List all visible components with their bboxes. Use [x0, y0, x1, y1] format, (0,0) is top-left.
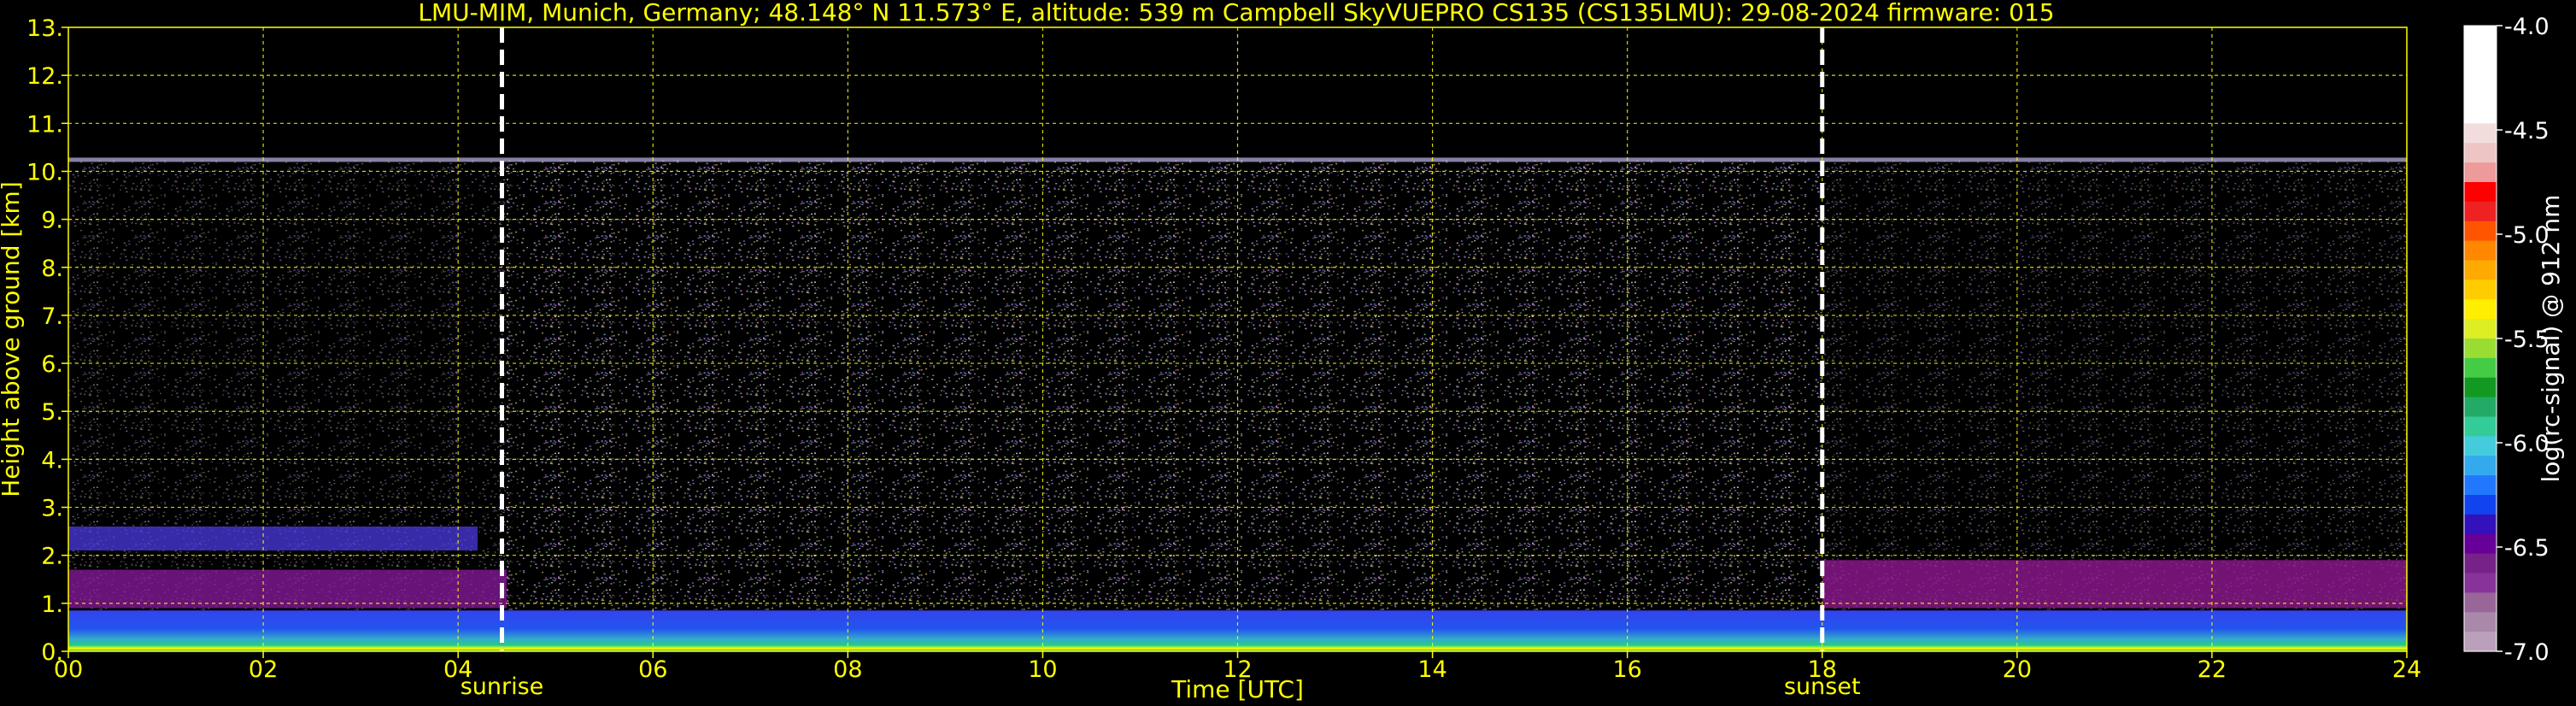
- y-tick-label: 2.: [41, 544, 63, 570]
- y-tick-label: 4.: [41, 447, 63, 474]
- colorbar-segment: [2464, 64, 2497, 85]
- x-tick-label: 06: [638, 656, 667, 683]
- colorbar-segment: [2464, 592, 2497, 613]
- colorbar-segment: [2464, 553, 2497, 574]
- colorbar-segment: [2464, 279, 2497, 300]
- colorbar-segment: [2464, 377, 2497, 398]
- colorbar-segment: [2464, 240, 2497, 262]
- colorbar-segment: [2464, 123, 2497, 144]
- y-tick-label: 9.: [41, 208, 63, 234]
- colorbar-segment: [2464, 299, 2497, 320]
- layer-residual-layer: [68, 527, 478, 551]
- colorbar-segment: [2464, 397, 2497, 418]
- y-tick-label: 5.: [41, 399, 63, 426]
- x-tick-label: 20: [2003, 656, 2032, 683]
- ceilometer-chart: LMU-MIM, Munich, Germany; 48.148° N 11.5…: [0, 0, 2565, 703]
- colorbar-tick-label: -7.0: [2504, 639, 2550, 666]
- colorbar-segment: [2464, 533, 2497, 555]
- y-tick-label: 12.: [26, 63, 63, 90]
- colorbar-segment: [2464, 612, 2497, 632]
- colorbar-label: log(rc-signal) @ 912 nm: [2537, 195, 2565, 483]
- y-axis-label: Height above ground [km]: [0, 181, 25, 497]
- x-tick-label: 18: [1808, 656, 1837, 683]
- colorbar-segment: [2464, 338, 2497, 359]
- colorbar-segment: [2464, 103, 2497, 124]
- x-axis-label: Time [UTC]: [1171, 675, 1304, 703]
- chart-title: LMU-MIM, Munich, Germany; 48.148° N 11.5…: [418, 0, 2054, 26]
- y-tick-label: 11.: [26, 111, 63, 138]
- colorbar-segment: [2464, 44, 2497, 66]
- colorbar-tick-label: -4.0: [2504, 14, 2550, 40]
- x-tick-label: 10: [1028, 656, 1057, 683]
- y-tick-label: 8.: [41, 256, 63, 282]
- colorbar-segment: [2464, 495, 2497, 515]
- x-tick-label: 02: [249, 656, 278, 683]
- colorbar-segment: [2464, 26, 2497, 46]
- colorbar-segment: [2464, 475, 2497, 496]
- colorbar-tick-label: -4.5: [2504, 118, 2550, 144]
- colorbar-segment: [2464, 456, 2497, 476]
- layer-aerosol-layer-night: [68, 569, 508, 609]
- colorbar-segment: [2464, 162, 2497, 183]
- y-tick-label: 6.: [41, 351, 63, 378]
- colorbar-segment: [2464, 357, 2497, 379]
- colorbar-segment: [2464, 416, 2497, 437]
- colorbar-segment: [2464, 201, 2497, 222]
- x-tick-label: 24: [2392, 656, 2421, 683]
- y-tick-label: 10.: [26, 159, 63, 185]
- noise-field-daytime: [507, 159, 1822, 651]
- colorbar-segment: [2464, 436, 2497, 456]
- colorbar-segment: [2464, 514, 2497, 535]
- colorbar-segment: [2464, 221, 2497, 242]
- colorbar: [2463, 25, 2497, 652]
- colorbar-segment: [2464, 84, 2497, 105]
- x-tick-label: 14: [1417, 656, 1446, 683]
- y-tick-label: 1.: [41, 591, 63, 618]
- y-axis-ticks: 0. 1. 2. 3. 4. 5. 6. 7. 8. 9. 10. 11. 12. 13.: [26, 15, 68, 666]
- colorbar-segment: [2464, 319, 2497, 339]
- y-tick-label: 13.: [26, 15, 63, 42]
- x-tick-label: 16: [1612, 656, 1641, 683]
- colorbar-segment: [2464, 632, 2497, 652]
- colorbar-segment: [2464, 182, 2497, 203]
- layer-aerosol-layer-evening: [1822, 560, 2407, 609]
- y-tick-label: 0.: [41, 639, 63, 666]
- x-tick-label: 04: [443, 656, 472, 683]
- x-tick-label: 08: [833, 656, 862, 683]
- colorbar-segment: [2464, 573, 2497, 593]
- colorbar-segment: [2464, 260, 2497, 280]
- y-tick-label: 3.: [41, 496, 63, 522]
- colorbar-segment: [2464, 143, 2497, 163]
- x-tick-label: 22: [2198, 656, 2227, 683]
- colorbar-tick-label: -6.5: [2504, 535, 2550, 562]
- y-tick-label: 7.: [41, 303, 63, 330]
